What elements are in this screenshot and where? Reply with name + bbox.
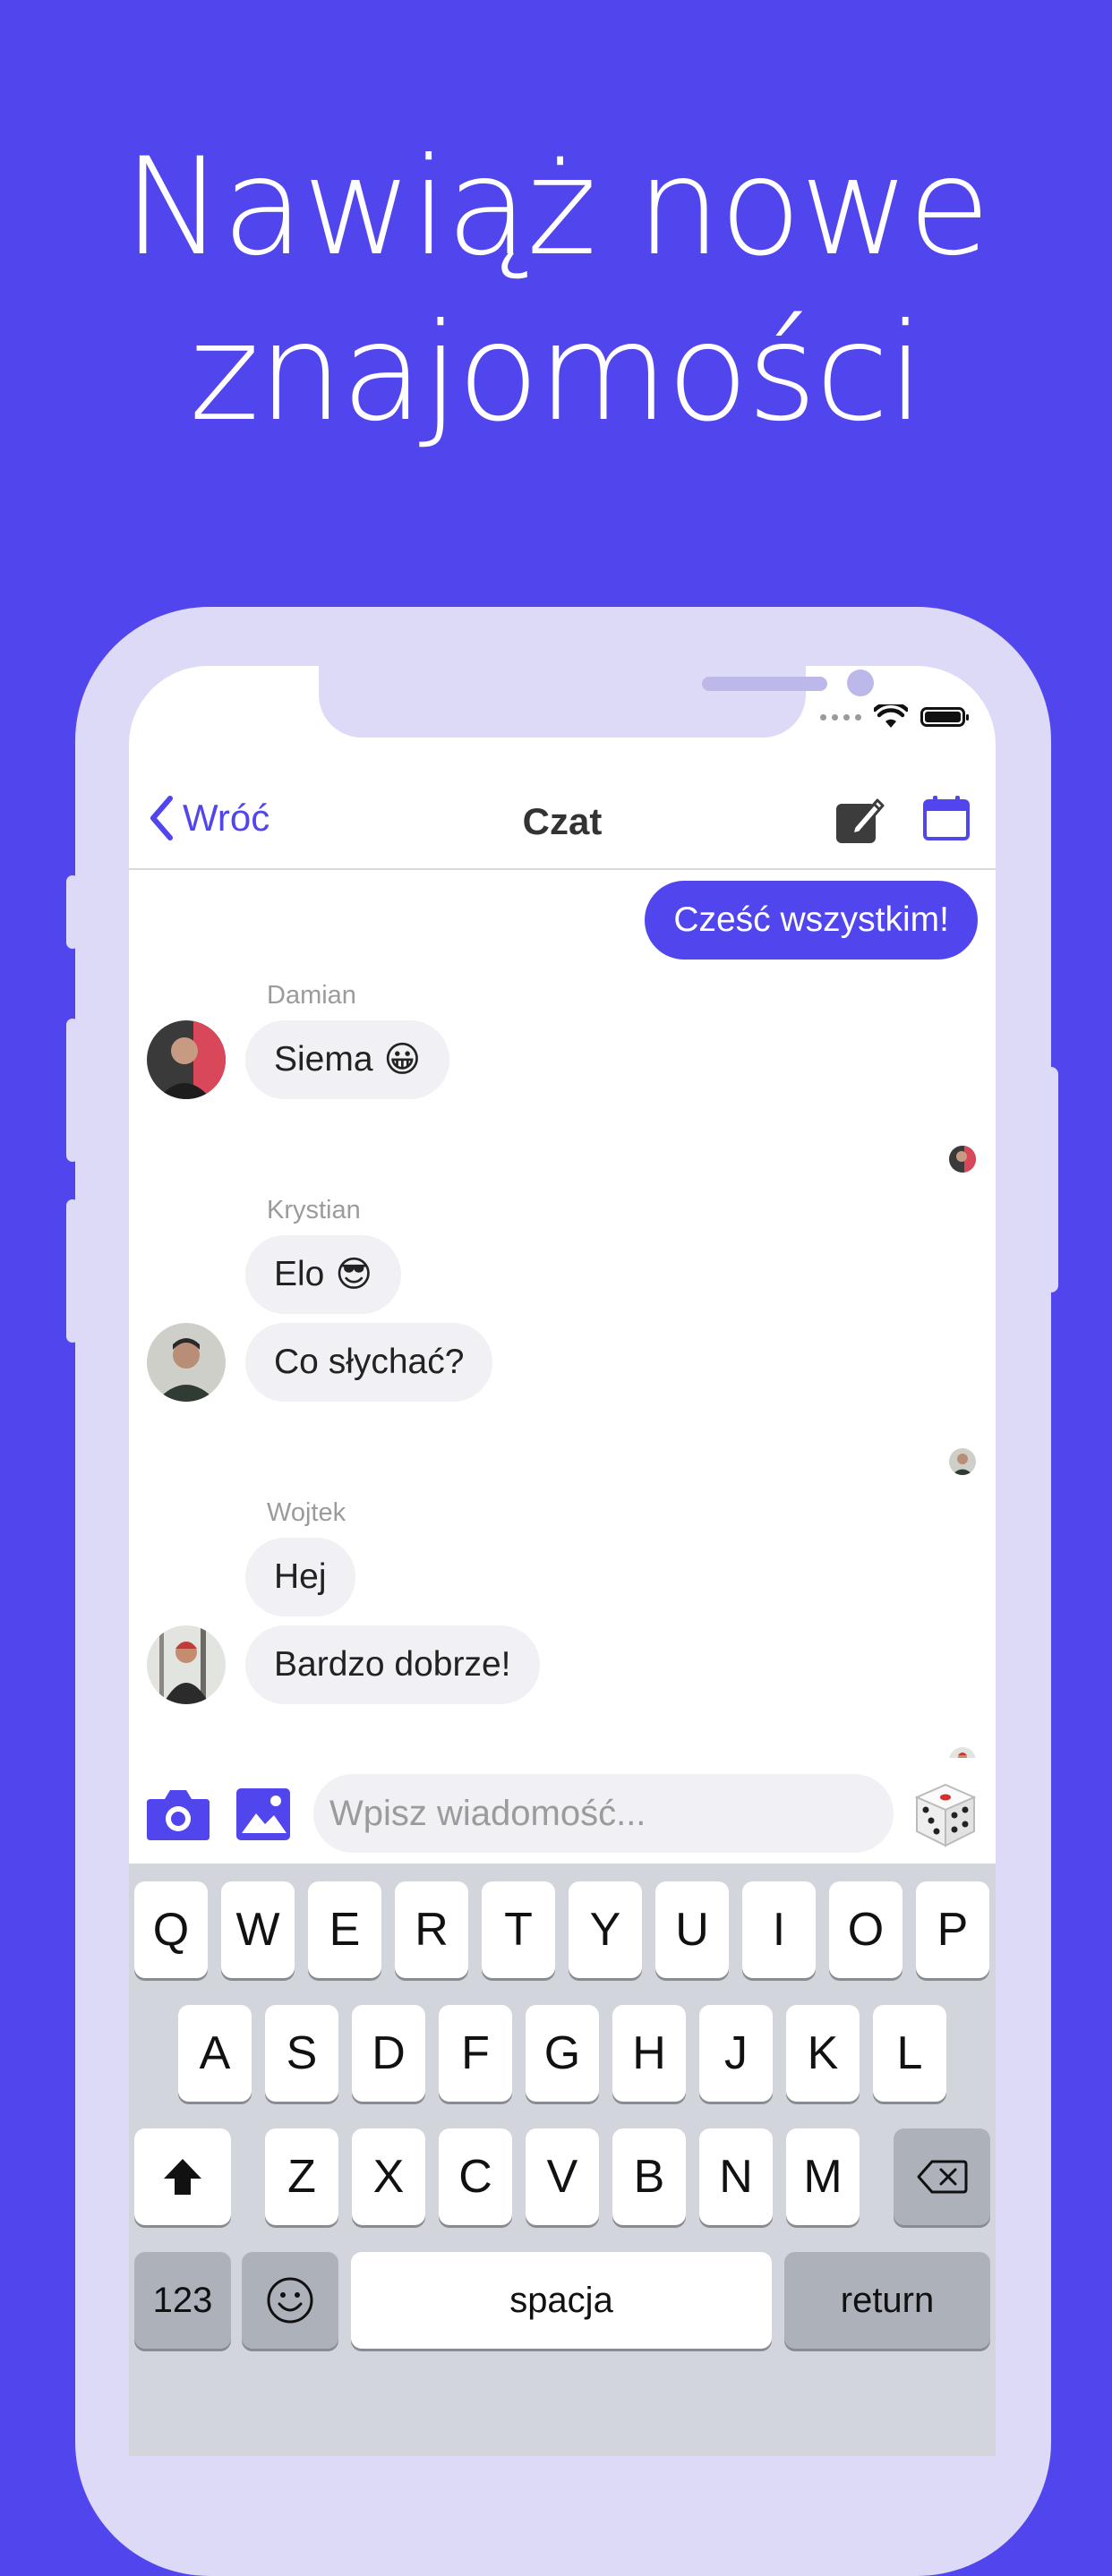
phone-volume-up [66,1019,79,1162]
key-t[interactable]: T [482,1881,555,1978]
headline-line-2: znajomości [189,295,924,451]
read-receipt-avatar [949,1448,976,1475]
outgoing-message: Cześć wszystkim! [645,881,978,960]
key-l[interactable]: L [873,2005,946,2102]
key-p[interactable]: P [916,1881,989,1978]
sender-name-krystian: Krystian [267,1196,361,1224]
key-j[interactable]: J [699,2005,773,2102]
chat-area[interactable]: Cześć wszystkim! Damian Siema 😀 Krystian… [129,870,996,1758]
navbar: Wróć Czat [129,773,996,870]
key-v[interactable]: V [526,2128,599,2225]
dice-icon[interactable] [910,1779,981,1851]
shift-key[interactable] [134,2128,231,2225]
phone-power-button [1044,1067,1058,1292]
backspace-key[interactable] [894,2128,990,2225]
emoji-icon [267,2277,313,2324]
key-z[interactable]: Z [265,2128,338,2225]
read-receipt-avatar [949,1146,976,1173]
key-b[interactable]: B [612,2128,686,2225]
avatar-krystian[interactable] [147,1323,226,1402]
key-c[interactable]: C [439,2128,512,2225]
message-text: Bardzo dobrze! [274,1645,511,1684]
incoming-message: Hej [245,1538,355,1616]
key-d[interactable]: D [352,2005,425,2102]
phone-volume-down [66,1199,79,1343]
key-a[interactable]: A [178,2005,252,2102]
keyboard: Q W E R T Y U I O P A S D F G H J K L Z … [129,1864,996,2456]
key-n[interactable]: N [699,2128,773,2225]
message-text: Co słychać? [274,1343,465,1381]
key-o[interactable]: O [829,1881,902,1978]
key-e[interactable]: E [308,1881,381,1978]
key-q[interactable]: Q [134,1881,208,1978]
emoji-key[interactable] [242,2252,338,2349]
wifi-icon [874,704,908,728]
phone-screen: Wróć Czat Cześć wszystkim! Damian Siema … [129,666,996,2456]
incoming-message: Bardzo dobrze! [245,1625,540,1704]
message-text: Hej [274,1557,327,1596]
incoming-message: Elo 😎 [245,1235,402,1314]
key-x[interactable]: X [352,2128,425,2225]
backspace-icon [917,2160,968,2194]
message-text: Elo [274,1255,325,1293]
incoming-message: Siema 😀 [245,1020,450,1099]
space-key[interactable]: spacja [351,2252,772,2349]
headline-line-1: Nawiąż nowe [123,130,991,286]
key-h[interactable]: H [612,2005,686,2102]
message-input[interactable] [313,1774,894,1853]
speaker [702,677,827,691]
avatar-damian[interactable] [147,1020,226,1099]
message-text: Cześć wszystkim! [673,900,949,939]
phone-mute-switch [66,875,79,949]
key-i[interactable]: I [742,1881,816,1978]
key-y[interactable]: Y [569,1881,642,1978]
message-text: Siema [274,1040,373,1079]
key-r[interactable]: R [395,1881,468,1978]
camera-icon[interactable] [145,1787,211,1842]
avatar-wojtek[interactable] [147,1625,226,1704]
shift-icon [164,2159,201,2195]
sender-name-wojtek: Wojtek [267,1498,346,1527]
read-receipt-avatar [949,1747,976,1758]
signal-icon [820,713,861,721]
incoming-message: Co słychać? [245,1323,493,1402]
notch [319,666,874,738]
headline: Nawiąż nowe znajomości [0,125,1112,456]
status-bar [820,704,969,730]
front-camera [847,670,874,696]
key-s[interactable]: S [265,2005,338,2102]
numbers-key[interactable]: 123 [134,2252,231,2349]
edit-icon[interactable] [834,795,886,845]
key-g[interactable]: G [526,2005,599,2102]
message-composer [129,1758,996,1864]
key-m[interactable]: M [786,2128,860,2225]
calendar-icon[interactable] [922,795,971,841]
key-k[interactable]: K [786,2005,860,2102]
key-f[interactable]: F [439,2005,512,2102]
key-w[interactable]: W [221,1881,295,1978]
return-key[interactable]: return [784,2252,990,2349]
grinning-emoji: 😀 [383,1040,422,1079]
sender-name-damian: Damian [267,981,356,1010]
battery-icon [920,707,969,727]
image-icon[interactable] [235,1787,292,1842]
key-u[interactable]: U [655,1881,729,1978]
sunglasses-emoji: 😎 [335,1255,373,1294]
